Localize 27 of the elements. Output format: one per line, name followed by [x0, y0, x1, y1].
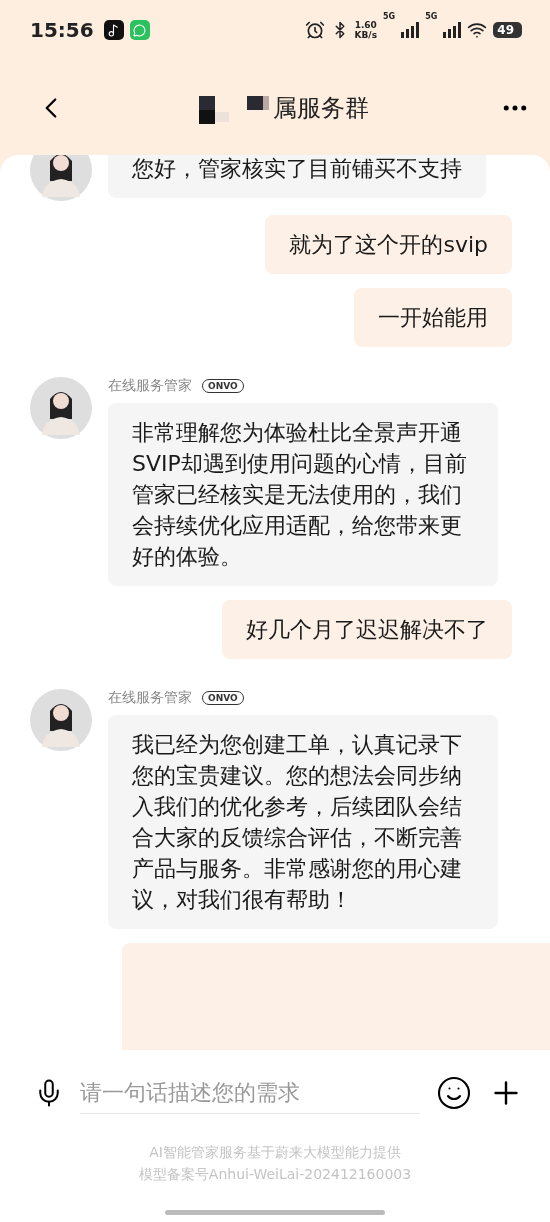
message-bubble: 就为了这个开的svip — [265, 215, 512, 274]
signal-icon — [401, 22, 420, 38]
message-bubble: 您好，管家核实了目前铺买不支持 — [108, 155, 486, 198]
alarm-icon — [304, 20, 325, 40]
sender-name: 在线服务管家 — [108, 377, 192, 395]
sender-name: 在线服务管家 — [108, 689, 192, 707]
avatar — [30, 155, 92, 201]
music-note-icon — [103, 20, 124, 40]
battery-indicator: 49 — [493, 22, 522, 38]
chat-title: 属服务群 — [273, 92, 369, 124]
network-speed: 1.60 — [354, 20, 377, 30]
signal-icon — [443, 22, 462, 38]
avatar — [30, 689, 92, 751]
message-input[interactable]: 请一句话描述您的需求 — [80, 1072, 420, 1114]
status-time: 15:56 — [30, 18, 94, 42]
avatar — [30, 377, 92, 439]
network-label: 5G — [425, 12, 438, 21]
speed-unit: KB/s — [354, 30, 377, 40]
message-bubble: 好几个月了迟迟解决不了 — [222, 600, 512, 659]
network-label: 5G — [383, 12, 396, 21]
emoji-icon[interactable] — [436, 1075, 472, 1111]
message-bubble: 我已经为您创建工单，认真记录下您的宝贵建议。您的想法会同步纳入我们的优化参考，后续团队会结合大家的反馈综合评估，不断完善产品与服务。非常感谢您的用心建议，对我们很有帮助！ — [108, 715, 498, 929]
wifi-icon — [467, 20, 488, 40]
chat-icon — [129, 20, 150, 40]
message-bubble: 一开始能用 — [354, 288, 512, 347]
disclaimer-text: 模型备案号Anhui-WeiLai-202412160003 — [138, 1166, 412, 1184]
message-bubble: 非常理解您为体验杜比全景声开通SVIP却遇到使用问题的心情，目前管家已经核实是无法使用的，我们会持续优化应用适配，给您带来更好的体验。 — [108, 403, 498, 586]
